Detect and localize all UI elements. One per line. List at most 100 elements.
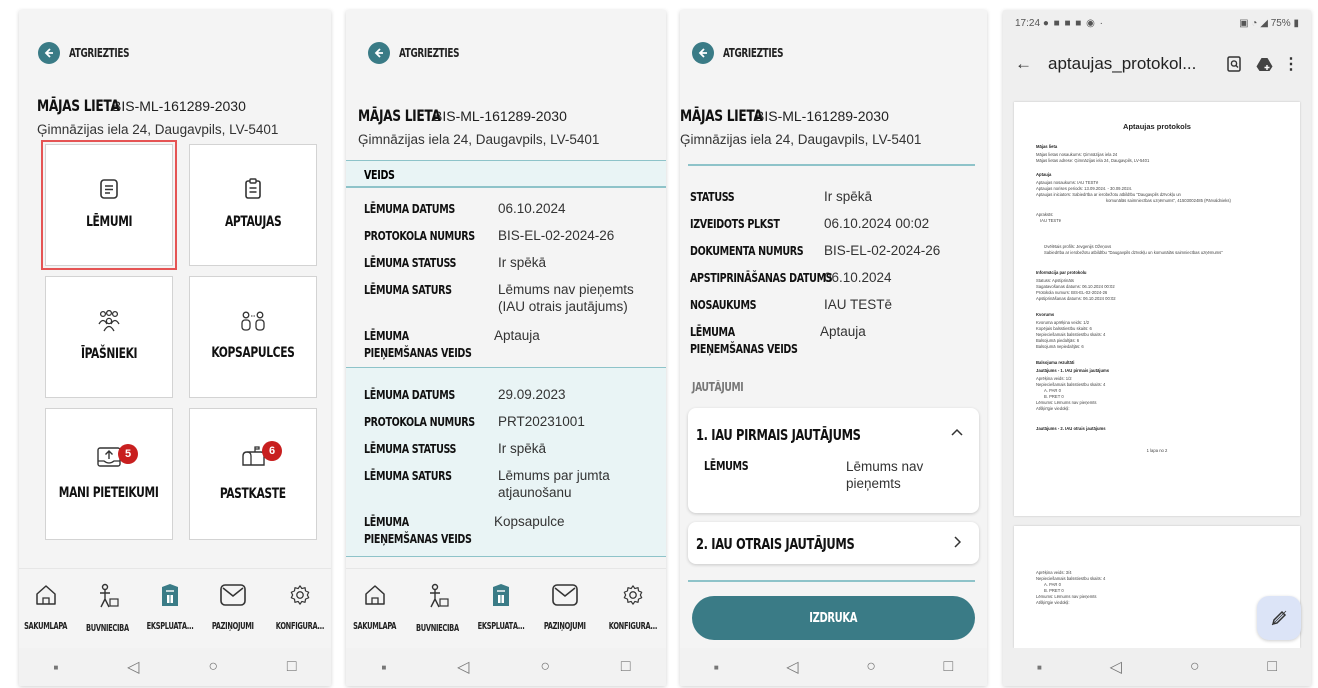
bottom-nav: SĀKUMLAPA BŪVNIECĪBA EKSPLUATĀ... PAZIŅO… [19,568,331,648]
back-arrow-icon [368,42,390,64]
tile-owners[interactable]: ĪPAŠNIEKI [45,276,173,398]
people-icon [98,310,120,332]
back-arrow-icon[interactable]: ← [1015,54,1032,74]
doc-line: A. PAR 0 [1044,388,1061,393]
tile-surveys[interactable]: APTAUJAS [189,144,317,266]
doc-line: Sagatavošanas datums: 06.10.2024 00:02 [1036,284,1115,289]
back-button[interactable]: ATGRIEZTIES [38,42,142,64]
nav-notifications[interactable]: PAZIŅOJUMI [534,583,596,632]
building-icon [493,584,509,606]
nav-home[interactable]: SĀKUMLAPA [346,583,406,632]
tile-decisions[interactable]: LĒMUMI [41,140,177,270]
doc-line: Mājas lietas nosaukums: Ģimnāzijas iela … [1036,152,1118,157]
field-label: NOSAUKUMS [690,297,757,312]
recents-system-icon[interactable]: □ [1267,658,1277,676]
menu-icon[interactable]: ■ [381,663,386,672]
back-system-icon[interactable]: ◁ [786,657,798,677]
field-label: LĒMUMA DATUMS [364,201,455,216]
back-system-icon[interactable]: ◁ [127,657,139,677]
decision-type: Aptauja [494,328,540,343]
envelope-icon [220,584,246,606]
field-label: PROTOKOLA NUMURS [364,228,475,243]
back-button[interactable]: ATGRIEZTIES [368,42,472,64]
back-button[interactable]: ATGRIEZTIES [692,42,796,64]
nav-notifications[interactable]: PAZIŅOJUMI [202,583,264,632]
print-button[interactable]: IZDRUKA [692,596,975,640]
envelope-icon [552,584,578,606]
doc-line: Aptaujas iniciators: Sabiedrība ar ierob… [1036,192,1181,197]
protocol-number: BIS-EL-02-2024-26 [498,228,615,243]
document-icon [100,179,118,199]
house-address: Ģimnāzijas iela 24, Daugavpils, LV-5401 [37,122,279,137]
home-system-icon[interactable]: ○ [866,658,876,676]
field-value: Ir spēkā [824,189,873,204]
back-system-icon[interactable]: ◁ [457,657,469,677]
home-system-icon[interactable]: ○ [1190,658,1200,676]
doc-line: komunālās saimniecības uzņēmums", 415030… [1106,198,1231,203]
question-accordion-2[interactable]: 2. IAU OTRAIS JAUTĀJUMS [688,522,979,564]
field-label: APSTIPRINĀŠANAS DATUMS [690,270,833,285]
notification-icons: ● ■ ■ ■ ◉ · [1042,18,1104,29]
notification-badge: 6 [262,440,282,461]
nav-label: PAZIŅOJUMI [212,621,254,632]
nav-label: EKSPLUATĀ... [477,621,525,632]
nav-construction[interactable]: BŪVNIECĪBA [76,583,138,634]
home-icon [365,585,385,605]
tile-my-applications[interactable]: 5 MANI PIETEIKUMI [45,408,173,540]
file-title: aptaujas_protokol... [1048,54,1197,73]
menu-icon[interactable]: ■ [1037,663,1042,672]
decision-date: 06.10.2024 [498,201,566,216]
house-title: MĀJAS LIETA [37,96,120,115]
field-value: Aptauja [820,324,866,339]
field-label: LĒMUMA PIEŅEMŠANAS VEIDS [364,328,472,360]
search-doc-icon[interactable] [1227,56,1241,72]
doc-line: Izvēlētais profils: Jevgenijs Ožeņovs [1044,244,1112,249]
decision-card[interactable]: LĒMUMA DATUMS 06.10.2024 PROTOKOLA NUMURS… [346,200,666,371]
field-label: IZVEIDOTS PLKST [690,216,780,231]
doc-line: Balsojuma rezultāti [1036,360,1075,365]
doc-line: Informācija par protokolu [1036,270,1087,275]
doc-line: Apraksts: [1036,212,1054,217]
home-system-icon[interactable]: ○ [540,658,550,676]
field-label: DOKUMENTA NUMURS [690,243,804,258]
chevron-right-icon[interactable] [953,536,961,548]
decision-card[interactable]: LĒMUMA DATUMS 29.09.2023 PROTOKOLA NUMURS… [346,367,666,557]
edit-fab[interactable] [1257,596,1301,640]
back-system-icon[interactable]: ◁ [1110,657,1122,677]
print-button-label: IZDRUKA [809,610,858,626]
menu-icon[interactable]: ■ [53,663,58,672]
chevron-up-icon[interactable] [951,428,963,436]
doc-line: Lēmums: Lēmums nav pieņemts [1036,594,1097,599]
tile-label: ĪPAŠNIEKI [80,346,138,362]
notification-badge: 5 [118,443,138,464]
menu-icon[interactable]: ■ [714,663,719,672]
tile-mailbox[interactable]: 6 PASTKASTE [189,408,317,540]
nav-label: KONFIGURĀ... [608,621,658,632]
nav-operations[interactable]: EKSPLUATĀ... [139,583,201,632]
nav-configuration[interactable]: KONFIGURĀ... [602,583,664,632]
home-system-icon[interactable]: ○ [208,658,218,676]
home-icon [36,585,56,605]
recents-system-icon[interactable]: □ [287,658,297,676]
drive-icon[interactable] [1256,57,1273,72]
tile-meetings[interactable]: KOPSAPULCES [189,276,317,398]
doc-line: Aptauja [1036,172,1052,177]
field-label: STATUSS [690,189,735,204]
nav-home[interactable]: SĀKUMLAPA [19,583,77,632]
nav-construction[interactable]: BŪVNIECĪBA [406,583,468,634]
doc-line: Aptaujas nosaukums: IAU TESTē [1036,180,1099,185]
question-title: 1. IAU PIRMAIS JAUTĀJUMS [696,426,861,444]
question-accordion-1[interactable]: 1. IAU PIRMAIS JAUTĀJUMS LĒMUMS Lēmums n… [688,408,979,513]
edit-pen-icon [1271,610,1287,626]
decision-date: 29.09.2023 [498,387,566,402]
doc-line: Protokola numurs: BIS-EL-02-2024-26 [1036,290,1108,295]
recents-system-icon[interactable]: □ [944,658,954,676]
recents-system-icon[interactable]: □ [621,658,631,676]
field-value: 06.10.2024 00:02 [824,216,930,231]
nav-configuration[interactable]: KONFIGURĀ... [269,583,331,632]
more-vert-icon[interactable]: ⋮ [1283,54,1299,74]
field-label: LĒMUMA SATURS [364,468,452,483]
doc-line: Atšķirīgie viedokļi: [1036,406,1070,411]
nav-operations[interactable]: EKSPLUATĀ... [470,583,532,632]
pdf-page-1: Aptaujas protokols Mājas lieta Mājas lie… [1014,102,1300,516]
